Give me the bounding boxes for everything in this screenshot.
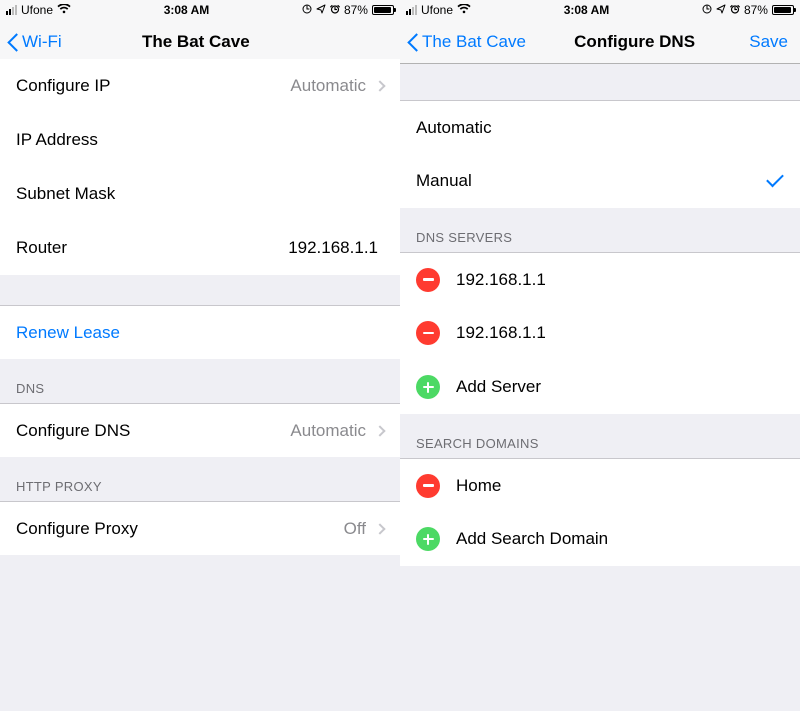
- carrier-label: Ufone: [421, 3, 453, 17]
- status-time: 3:08 AM: [564, 3, 610, 17]
- save-button[interactable]: Save: [749, 32, 800, 52]
- subnet-mask-label: Subnet Mask: [16, 184, 384, 204]
- router-label: Router: [16, 238, 288, 258]
- search-domain-value: Home: [456, 476, 784, 496]
- nav-bar: The Bat Cave Configure DNS Save: [400, 20, 800, 64]
- remove-icon[interactable]: [416, 268, 440, 292]
- row-configure-dns[interactable]: Configure DNS Automatic: [0, 403, 400, 457]
- row-renew-lease[interactable]: Renew Lease: [0, 305, 400, 359]
- remove-icon[interactable]: [416, 321, 440, 345]
- alarm-icon: [330, 3, 340, 17]
- wifi-icon: [57, 4, 71, 17]
- add-search-domain-label: Add Search Domain: [456, 529, 784, 549]
- row-ip-address[interactable]: IP Address: [0, 113, 400, 167]
- chevron-right-icon: [374, 523, 385, 534]
- alarm-icon: [730, 3, 740, 17]
- chevron-right-icon: [374, 425, 385, 436]
- dns-servers-header: DNS SERVERS: [400, 208, 800, 252]
- configure-proxy-label: Configure Proxy: [16, 519, 344, 539]
- row-mode-automatic[interactable]: Automatic: [400, 100, 800, 154]
- signal-bars-icon: [406, 5, 417, 15]
- location-icon: [316, 3, 326, 17]
- search-domains-header: SEARCH DOMAINS: [400, 414, 800, 458]
- renew-lease-button: Renew Lease: [16, 323, 384, 343]
- chevron-right-icon: [374, 80, 385, 91]
- add-icon[interactable]: [416, 375, 440, 399]
- carrier-label: Ufone: [21, 3, 53, 17]
- battery-icon: [772, 5, 794, 15]
- screen-configure-dns: Ufone 3:08 AM 87% The Bat Cave: [400, 0, 800, 711]
- remove-icon[interactable]: [416, 474, 440, 498]
- configure-ip-label: Configure IP: [16, 76, 290, 96]
- row-configure-ip[interactable]: Configure IP Automatic: [0, 59, 400, 113]
- page-title: The Bat Cave: [42, 32, 350, 52]
- row-configure-proxy[interactable]: Configure Proxy Off: [0, 501, 400, 555]
- row-add-server[interactable]: Add Server: [400, 360, 800, 414]
- page-title: Configure DNS: [520, 32, 749, 52]
- nav-bar: Wi-Fi The Bat Cave: [0, 20, 400, 64]
- row-add-search-domain[interactable]: Add Search Domain: [400, 512, 800, 566]
- chevron-left-icon: [6, 32, 18, 52]
- row-mode-manual[interactable]: Manual: [400, 154, 800, 208]
- row-dns-server[interactable]: 192.168.1.1: [400, 306, 800, 360]
- lock-icon: [702, 3, 712, 17]
- signal-bars-icon: [6, 5, 17, 15]
- router-value: 192.168.1.1: [288, 238, 378, 258]
- wifi-icon: [457, 4, 471, 17]
- chevron-left-icon: [406, 32, 418, 52]
- status-bar: Ufone 3:08 AM 87%: [0, 0, 400, 20]
- dns-server-value: 192.168.1.1: [456, 323, 784, 343]
- screen-wifi-details: Ufone 3:08 AM 87% Wi-Fi Th: [0, 0, 400, 711]
- row-router[interactable]: Router 192.168.1.1: [0, 221, 400, 275]
- battery-pct: 87%: [744, 3, 768, 17]
- dns-server-value: 192.168.1.1: [456, 270, 784, 290]
- add-icon[interactable]: [416, 527, 440, 551]
- configure-proxy-value: Off: [344, 519, 366, 539]
- status-bar: Ufone 3:08 AM 87%: [400, 0, 800, 20]
- back-button[interactable]: The Bat Cave: [400, 32, 526, 52]
- mode-automatic-label: Automatic: [416, 118, 784, 138]
- location-icon: [716, 3, 726, 17]
- add-server-label: Add Server: [456, 377, 784, 397]
- configure-dns-value: Automatic: [290, 421, 366, 441]
- row-subnet-mask[interactable]: Subnet Mask: [0, 167, 400, 221]
- mode-manual-label: Manual: [416, 171, 766, 191]
- back-label: The Bat Cave: [422, 32, 526, 52]
- row-search-domain[interactable]: Home: [400, 458, 800, 512]
- configure-dns-label: Configure DNS: [16, 421, 290, 441]
- configure-ip-value: Automatic: [290, 76, 366, 96]
- status-time: 3:08 AM: [164, 3, 210, 17]
- http-proxy-header: HTTP PROXY: [0, 457, 400, 501]
- battery-pct: 87%: [344, 3, 368, 17]
- checkmark-icon: [766, 175, 784, 187]
- battery-icon: [372, 5, 394, 15]
- ip-address-label: IP Address: [16, 130, 384, 150]
- lock-icon: [302, 3, 312, 17]
- row-dns-server[interactable]: 192.168.1.1: [400, 252, 800, 306]
- dns-header: DNS: [0, 359, 400, 403]
